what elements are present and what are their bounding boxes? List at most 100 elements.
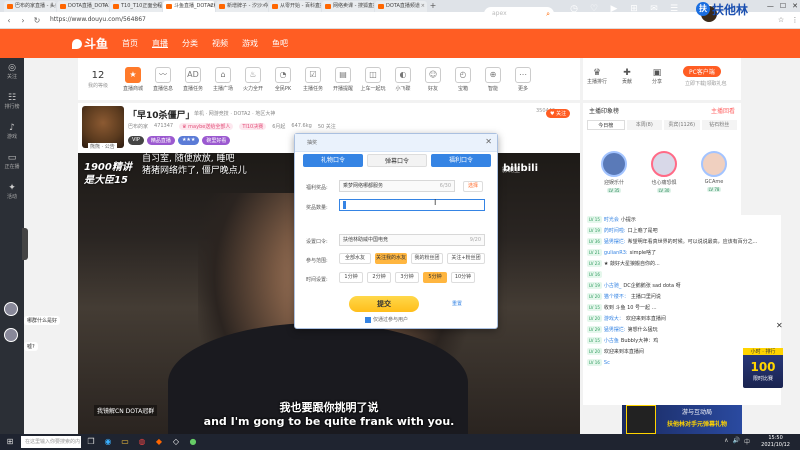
reset-link[interactable]: 重置 — [452, 300, 462, 307]
chat-username[interactable]: 猛男摆烂: — [604, 327, 626, 333]
tab-gift-code[interactable]: 礼物口令 — [303, 154, 363, 167]
header-icon-5[interactable]: ☰ 操作中心 — [666, 4, 682, 29]
code-input[interactable]: 扶他林助威中国电竞 9/20 — [339, 234, 485, 246]
quantity-input[interactable] — [339, 199, 485, 211]
chat-username[interactable]: 时光会 — [604, 217, 619, 223]
category-item[interactable]: ☺ 好友 — [418, 66, 448, 92]
sidebar-item[interactable]: ♪ 游戏 — [0, 118, 24, 148]
app-icon[interactable]: ● — [186, 436, 200, 448]
category-item[interactable]: ◐ 小飞碟 — [388, 66, 418, 92]
rank-tab[interactable]: 本周(8) — [626, 120, 662, 130]
level-box[interactable]: 12 我的等级 — [78, 70, 118, 89]
nav-live[interactable]: 直播 — [152, 38, 168, 49]
nav-video[interactable]: 视频 — [212, 38, 228, 49]
tab-close-icon[interactable]: × — [103, 1, 107, 12]
sidebar-item[interactable]: ☷ 排行榜 — [0, 88, 24, 118]
streamer-avatar[interactable] — [82, 106, 124, 148]
chat-username[interactable]: 小古鱼 — [604, 338, 619, 344]
tab-close-icon[interactable]: × — [315, 1, 319, 12]
app-icon[interactable]: ◆ — [152, 436, 166, 448]
header-icon-2[interactable]: ▶ 开播 — [606, 4, 622, 29]
category-item[interactable]: ◫ 上车一起玩 — [358, 66, 388, 92]
chat-username[interactable]: gulianR3: — [604, 250, 628, 256]
sidebar-item[interactable]: ▭ 正在播 — [0, 148, 24, 178]
tab-welfare-code[interactable]: 福利口令 — [431, 154, 491, 167]
header-icon-0[interactable]: ◷ 历史 — [566, 4, 582, 29]
sidebar-item[interactable]: ◎ 关注 — [0, 58, 24, 88]
browser-tab[interactable]: 巴布的家直播 - 头条直播× — [4, 1, 56, 12]
rank-tab[interactable]: 今日榜 — [587, 120, 625, 130]
rank-avatar[interactable]: 迎娱乐什 LV 35 — [595, 151, 633, 194]
category-item[interactable]: AD 直播任务 — [178, 66, 208, 92]
browser-tab[interactable]: 网络卖课 - 搜狐直播 × — [322, 1, 374, 12]
extensions-icon[interactable]: ⋮ — [790, 16, 800, 24]
contribute-icon[interactable]: ✚ 贡献 — [617, 68, 637, 85]
agree-checkbox[interactable] — [365, 316, 371, 323]
windows-start-icon[interactable]: ⊞ — [3, 436, 17, 448]
new-tab-button[interactable]: + — [428, 0, 438, 12]
tab-close-icon[interactable]: × — [156, 1, 160, 12]
dialog-close-icon[interactable]: ✕ — [485, 137, 492, 146]
agree-row[interactable]: 仅通过参与用户 — [365, 316, 408, 323]
browser-tab[interactable]: DOTA直播频道 × — [375, 1, 427, 12]
tab-close-icon[interactable]: × — [50, 1, 54, 12]
browser-tab[interactable]: 新增牌子 - 汐沙 今日...× — [216, 1, 268, 12]
room-tag-watch[interactable]: 碗里好看 — [202, 136, 231, 145]
category-item[interactable]: 〰直播信息 — [148, 66, 178, 92]
rank-avatar[interactable]: 也心痛恐惧 LV 30 — [645, 151, 683, 194]
taskbar-search-input[interactable]: 在这里输入你要搜索的内容 — [21, 436, 81, 448]
time-option[interactable]: 2分钟 — [367, 272, 391, 283]
minimize-icon[interactable]: — — [767, 0, 774, 12]
pc-client-button[interactable]: PC客户端 — [683, 66, 721, 77]
rank-panel-title[interactable]: 主播印象榜 — [589, 106, 619, 115]
tab-close-icon[interactable]: × — [421, 1, 425, 12]
category-item[interactable]: ◔ 全民PK — [268, 66, 298, 92]
ime-icon[interactable]: 中 — [744, 437, 750, 446]
category-item[interactable]: ⋯ 更多 — [508, 66, 538, 92]
folder-icon[interactable]: ▭ — [118, 436, 132, 448]
maximize-icon[interactable]: ☐ — [780, 0, 786, 12]
chat-username[interactable]: Sc — [604, 360, 610, 366]
rank-tab[interactable]: 钻石粉丝 — [701, 120, 737, 130]
prize-input[interactable]: 乘梦网络哪都服务 6/30 — [339, 180, 455, 192]
room-tag-stars[interactable]: ★★★ — [177, 136, 200, 145]
forward-icon[interactable]: › — [18, 16, 28, 25]
room-gift-pill[interactable]: ♛ maybe送给全部人 — [179, 123, 234, 130]
taskbar-clock[interactable]: 15:50 2021/10/12 — [761, 435, 790, 449]
chat-username[interactable]: 猛男摆烂: — [604, 239, 626, 245]
category-item[interactable]: ☑ 主播任务 — [298, 66, 328, 92]
header-icon-4[interactable]: ✉ 消息 — [646, 4, 662, 29]
category-item[interactable]: ⊕ 智能 — [478, 66, 508, 92]
chat-username[interactable]: 小古驰_ — [604, 283, 622, 289]
replay-link[interactable]: 主播回看 — [711, 106, 735, 115]
scope-option[interactable]: 关注+粉丝团 — [447, 253, 485, 264]
anchor-rank-icon[interactable]: ♛ 主播排行 — [587, 68, 607, 85]
bookmark-icon[interactable]: ☆ — [776, 16, 786, 24]
category-item[interactable]: ◴ 宝箱 — [448, 66, 478, 92]
nav-yuba[interactable]: 鱼吧 — [272, 38, 288, 49]
room-tag-featured[interactable]: 精品直播 — [146, 136, 175, 145]
follow-button[interactable]: ♥ 关注 — [546, 109, 571, 118]
nav-home[interactable]: 首页 — [122, 38, 138, 49]
chat-username[interactable]: 药时间啦: — [604, 228, 626, 234]
tab-close-icon[interactable]: × — [368, 1, 372, 12]
submit-button[interactable]: 提交 — [349, 296, 419, 312]
sidebar-item[interactable]: ✦ 活动 — [0, 178, 24, 208]
chat-username[interactable]: 猫个楼不： — [604, 294, 629, 300]
site-search-input[interactable]: apex ⌕ — [484, 7, 554, 21]
room-event-pill[interactable]: TI10决赛 — [239, 123, 267, 130]
room-category[interactable]: 单机 · 网游竞技 · DOTA2 · 地区大神 — [194, 110, 275, 117]
prize-select-button[interactable]: 选择 — [463, 181, 483, 192]
refresh-icon[interactable]: ↻ — [32, 16, 42, 25]
header-icon-1[interactable]: ♡ 关注 — [586, 4, 602, 29]
tab-close-icon[interactable]: × — [209, 1, 213, 12]
scope-option[interactable]: 全部水友 — [339, 253, 371, 264]
share-icon[interactable]: ▣ 分享 — [647, 68, 667, 85]
category-item[interactable]: ⌂ 主播广场 — [208, 66, 238, 92]
time-option[interactable]: 10分钟 — [451, 272, 475, 283]
app-icon[interactable]: ◇ — [169, 436, 183, 448]
nav-game[interactable]: 游戏 — [242, 38, 258, 49]
search-icon[interactable]: ⌕ — [546, 7, 550, 21]
task-view-icon[interactable]: ❐ — [84, 436, 98, 448]
tab-close-icon[interactable]: × — [262, 1, 266, 12]
